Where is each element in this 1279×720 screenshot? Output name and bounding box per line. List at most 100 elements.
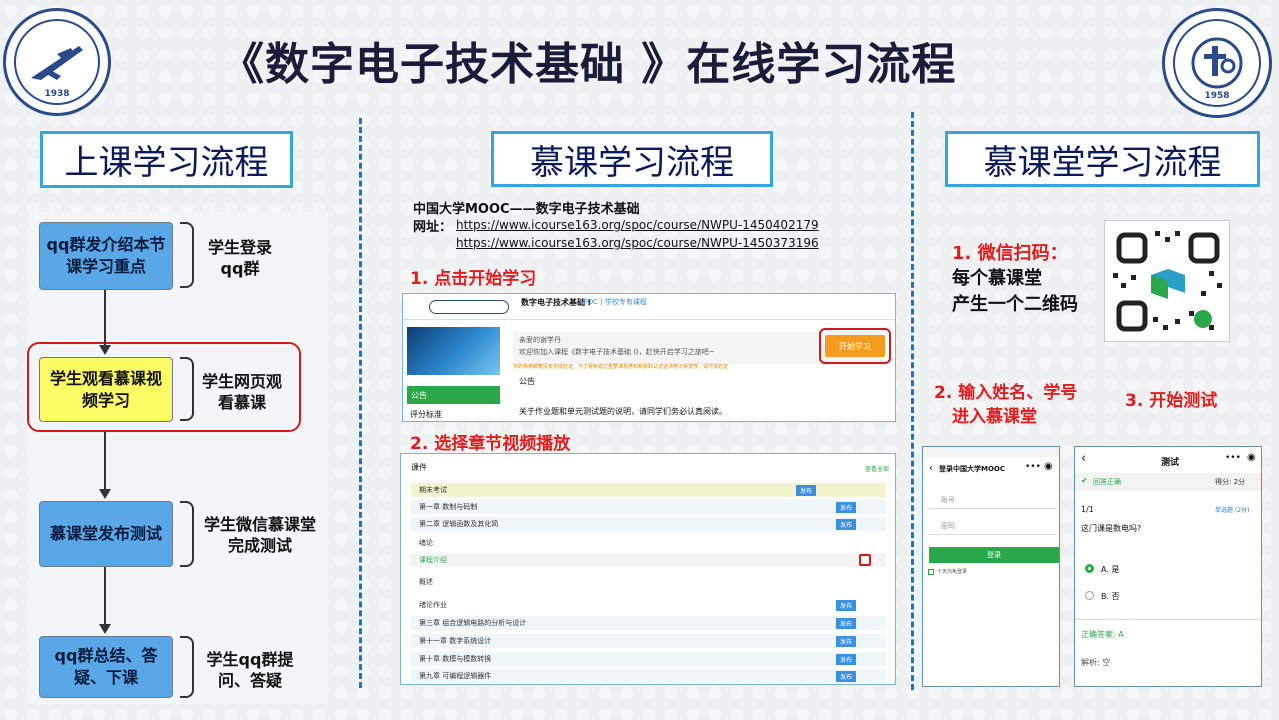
- email-warning: 你的常用邮箱没有完成验证。为了避免错过重要课程通知和获取认证证书电子版发放，请尽…: [513, 364, 729, 370]
- classroom-step-3: 3. 开始测试: [1125, 391, 1218, 411]
- mooc-heading: 中国大学MOOC——数字电子技术基础: [413, 202, 640, 217]
- mooc-step-1: 1. 点击开始学习: [410, 269, 537, 289]
- course-tag: SPOC | 学校专有课程: [579, 298, 647, 306]
- more-icon[interactable]: •••: [1025, 462, 1041, 472]
- classroom-step-1-line2: 产生一个二维码: [952, 294, 1078, 315]
- flow-step-3-text: 慕课堂发布测试: [49, 524, 162, 544]
- video-play-highlight[interactable]: [859, 554, 871, 566]
- arrow-1-head: [99, 345, 111, 355]
- status-bar: [923, 447, 1059, 457]
- back-icon[interactable]: ‹: [929, 463, 933, 474]
- question-text: 这门课是数电吗?: [1081, 524, 1142, 533]
- school-logo-right: 1958: [1162, 8, 1272, 118]
- brace-4: [180, 636, 194, 698]
- mooc-url-label: 网址：: [413, 220, 453, 235]
- flow-step-1-box: qq群发介绍本节课学习重点: [39, 222, 173, 290]
- score-label: 得分: 2分: [1215, 478, 1246, 486]
- chapter-list-screenshot: 课件 查看全部 期末考试 发布 第一章 数制与码制 发布 第二章 逻辑函数及其化简发…: [400, 453, 896, 685]
- phone-quiz-screen: ‹ 测试 ••• ◉ ✔ 回答正确 得分: 2分 1/1 单选题 (2分) 这门…: [1074, 446, 1262, 687]
- row-tag: 发布: [835, 670, 856, 682]
- start-button-highlight: [819, 328, 891, 364]
- target-icon[interactable]: ◉: [1044, 461, 1053, 472]
- chapter-row[interactable]: 绪论: [411, 536, 886, 550]
- chapter-row[interactable]: 课程介绍: [411, 553, 886, 567]
- chapter-row[interactable]: 绪论作业 发布: [411, 598, 886, 612]
- row-label: 期末考试: [419, 486, 447, 494]
- logo-year-left: 1938: [44, 89, 70, 99]
- flow-step-1-text: qq群发介绍本节课学习重点: [46, 235, 166, 276]
- university-logo-left: 1938: [3, 8, 111, 116]
- analysis: 解析: 空: [1081, 658, 1111, 667]
- back-icon[interactable]: ‹: [1081, 451, 1086, 466]
- chapter-row[interactable]: 第一章 数制与码制 发布: [411, 500, 886, 514]
- arrow-1-line: [104, 290, 106, 346]
- target-icon[interactable]: ◉: [1247, 452, 1256, 463]
- account-placeholder: 账号: [941, 496, 955, 504]
- arrow-2-line: [104, 432, 106, 490]
- chapter-row[interactable]: 概述: [411, 575, 886, 589]
- course-cover-image: [407, 327, 500, 375]
- mooc-url-2[interactable]: https://www.icourse163.org/spoc/course/N…: [456, 236, 819, 250]
- option-a-radio[interactable]: [1085, 564, 1094, 573]
- arrow-2-head: [99, 489, 111, 499]
- brace-3: [180, 501, 194, 567]
- row-tag: 发布: [835, 653, 856, 665]
- row-label: 第十章 数模与模数转换: [419, 655, 492, 663]
- classroom-step-1-title: 1. 微信扫码：: [952, 243, 1068, 264]
- wechat-qr-code[interactable]: [1104, 220, 1230, 342]
- chapter-row[interactable]: 期末考试 发布: [411, 483, 886, 497]
- menu-announce[interactable]: 公告: [407, 386, 500, 404]
- option-b-label[interactable]: B. 否: [1101, 591, 1120, 602]
- remember-checkbox[interactable]: [928, 569, 934, 575]
- arrow-3-line: [104, 567, 106, 625]
- view-all-link[interactable]: 查看全部: [865, 464, 889, 473]
- option-b-radio[interactable]: [1085, 591, 1094, 600]
- flow-step-3-box: 慕课堂发布测试: [39, 501, 173, 567]
- greeting: 亲爱的谢学丹: [519, 336, 561, 344]
- password-placeholder: 密码: [941, 522, 955, 530]
- result-bar: ✔ 回答正确 得分: 2分: [1075, 473, 1261, 491]
- remember-label: 十天内免登录: [937, 569, 968, 575]
- account-field[interactable]: 账号: [927, 491, 1057, 509]
- course-banner: 数字电子技术基础 I SPOC | 学校专有课程: [403, 294, 895, 320]
- arrow-3-head: [99, 624, 111, 634]
- flow-step-1-label: 学生登录qq群: [207, 238, 272, 278]
- section-mooc-header: 慕课学习流程: [491, 131, 773, 187]
- flow-step-2-label: 学生网页观看慕课: [202, 372, 283, 412]
- flow-step-4-text: qq群总结、答疑、下课: [54, 646, 158, 687]
- login-title: 登录中国大学MOOC: [939, 465, 1006, 473]
- chapter-row[interactable]: 第十章 数模与模数转换 发布: [411, 652, 886, 666]
- login-button[interactable]: 登录: [929, 547, 1059, 563]
- chapter-row[interactable]: 第十一章 数字系统设计 发布: [411, 634, 886, 648]
- flow-step-3-label: 学生微信慕课堂完成测试: [203, 515, 316, 555]
- more-icon[interactable]: •••: [1225, 453, 1241, 463]
- flow-step-2-text: 学生观看慕课视频学习: [49, 368, 162, 410]
- row-label: 第一章 数制与码制: [419, 503, 478, 511]
- row-label: 概述: [419, 578, 433, 586]
- check-icon: ✔: [1081, 476, 1088, 485]
- divider-right: [911, 112, 914, 690]
- row-label: 第二章 逻辑函数及其化简: [419, 520, 499, 528]
- welcome-text: 欢迎你加入课程《数字电子技术基础 I》，赶快开启学习之旅吧~: [519, 348, 715, 356]
- section-classroom-header: 慕课堂学习流程: [945, 131, 1260, 187]
- page-title: 《数字电子技术基础 》在线学习流程: [220, 39, 957, 90]
- mooc-course-screenshot: 数字电子技术基础 I SPOC | 学校专有课程 公告 评分标准 亲爱的谢学丹 …: [402, 293, 896, 422]
- classroom-step-1-line1: 每个慕课堂: [952, 268, 1042, 289]
- chapter-row[interactable]: 第二章 逻辑函数及其化简 发布: [411, 517, 886, 531]
- classroom-step-2-line1: 2. 输入姓名、学号: [934, 383, 1078, 403]
- divider-left: [359, 118, 362, 688]
- answer-divider: [1075, 619, 1261, 620]
- mooc-step-2: 2. 选择章节视频播放: [410, 434, 571, 454]
- question-type: 单选题 (2分): [1215, 507, 1250, 514]
- question-progress: 1/1: [1081, 505, 1094, 514]
- password-field[interactable]: 密码: [927, 517, 1057, 535]
- option-a-label[interactable]: A. 是: [1101, 564, 1119, 575]
- chapter-row[interactable]: 第九章 可编程逻辑器件 发布: [411, 669, 886, 683]
- flow-step-4-label: 学生qq群提问、答疑: [206, 650, 294, 690]
- mooc-url-1[interactable]: https://www.icourse163.org/spoc/course/N…: [456, 218, 819, 232]
- row-tag: 发布: [795, 484, 816, 496]
- quiz-title: 测试: [1161, 458, 1180, 468]
- correct-answer: 正确答案: A: [1081, 630, 1124, 639]
- chapter-row[interactable]: 第三章 组合逻辑电路的分析与设计 发布: [411, 616, 886, 630]
- menu-grading[interactable]: 评分标准: [407, 406, 500, 421]
